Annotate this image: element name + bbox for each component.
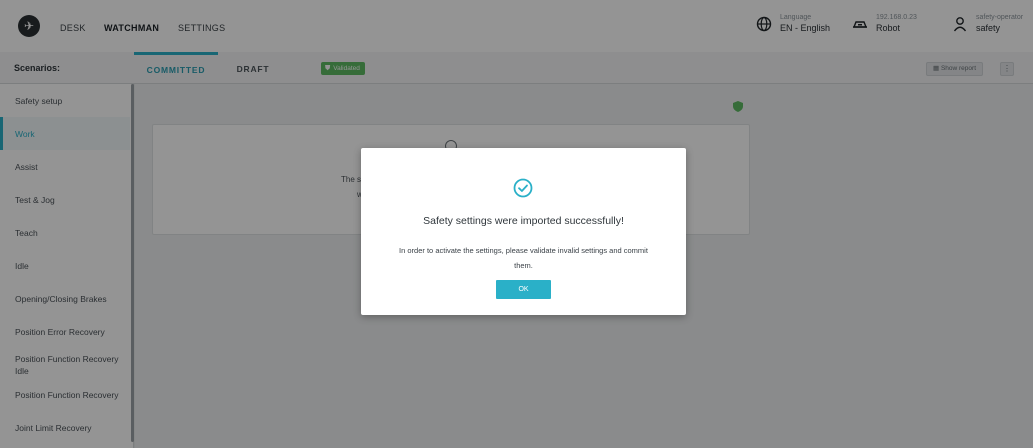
ok-button[interactable]: OK (496, 280, 551, 299)
dialog-title: Safety settings were imported successful… (423, 215, 624, 227)
check-circle-icon (513, 178, 533, 198)
import-success-dialog: Safety settings were imported successful… (361, 148, 686, 315)
dialog-message: In order to activate the settings, pleas… (399, 246, 648, 270)
